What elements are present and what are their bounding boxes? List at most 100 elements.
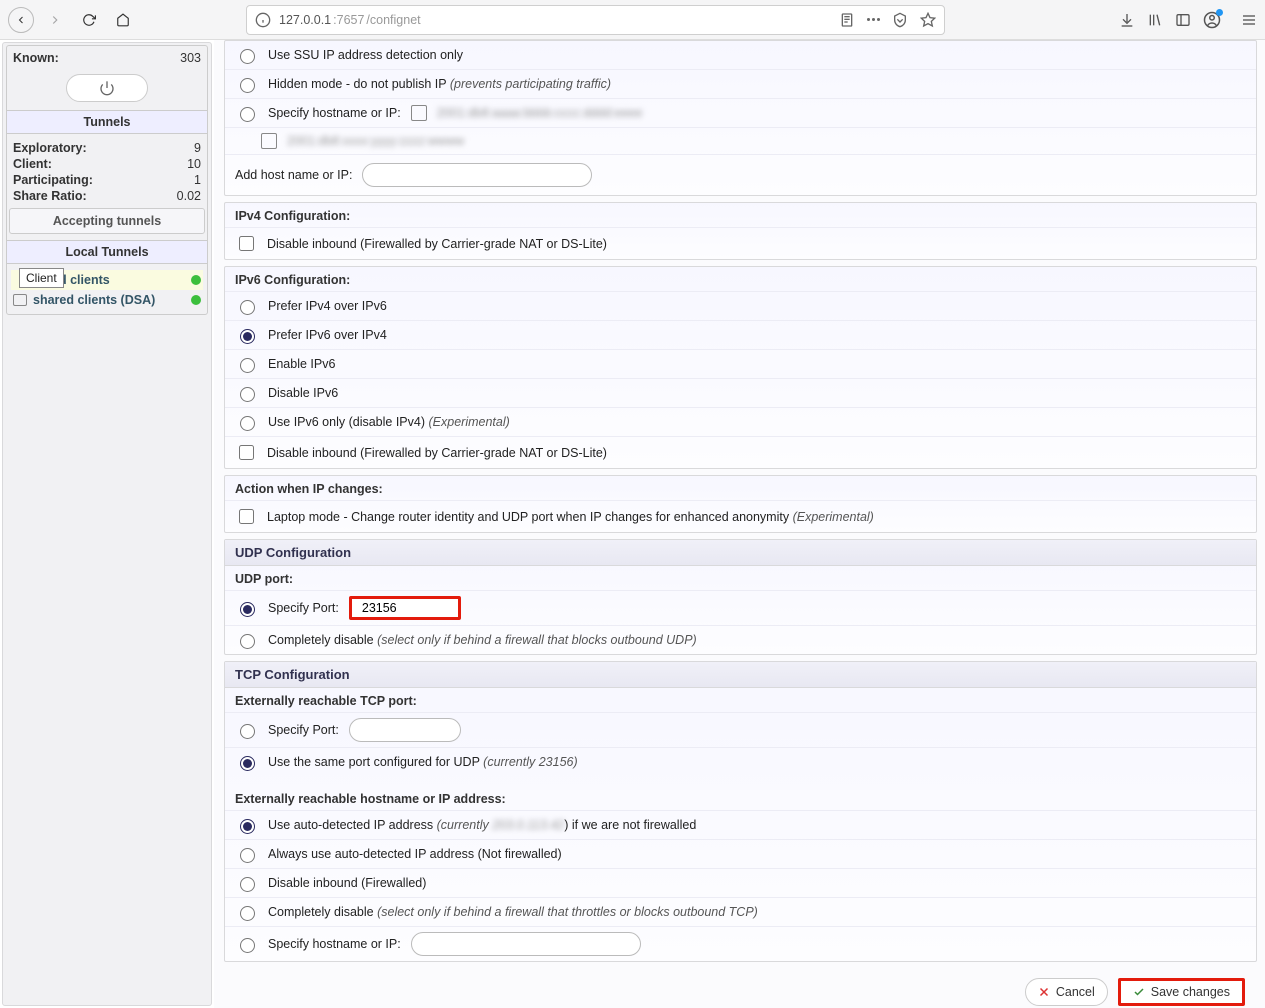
- opt-tcp-disable-inbound[interactable]: Disable inbound (Firewalled): [225, 868, 1256, 897]
- radio-tcp-completely-disable[interactable]: [240, 906, 255, 921]
- home-button[interactable]: [110, 7, 136, 33]
- opt-laptop-mode[interactable]: Laptop mode - Change router identity and…: [225, 500, 1256, 532]
- sidebar: Known: 303 Tunnels Exploratory: 9 Client…: [2, 42, 212, 1006]
- menu-icon[interactable]: [1241, 12, 1257, 28]
- client-tooltip: Client: [19, 268, 64, 288]
- label-pref6: Prefer IPv6 over IPv4: [268, 328, 387, 342]
- radio-tcp-same-udp[interactable]: [240, 756, 255, 771]
- opt-host2-row[interactable]: 2001:db8:xxxx:yyyy:zzzz:wwww: [225, 127, 1256, 154]
- pocket-icon[interactable]: [892, 12, 908, 28]
- url-text: 127.0.0.1:7657/confignet: [279, 13, 831, 27]
- radio-enable6[interactable]: [240, 358, 255, 373]
- opt-pref4[interactable]: Prefer IPv4 over IPv6: [225, 291, 1256, 320]
- radio-hidden-mode[interactable]: [240, 78, 255, 93]
- opt-enable6[interactable]: Enable IPv6: [225, 349, 1256, 378]
- tcp-host-input[interactable]: [411, 932, 641, 956]
- checkbox-host2[interactable]: [261, 133, 277, 149]
- radio-pref4[interactable]: [240, 300, 255, 315]
- udp-port-label: UDP port:: [225, 566, 1256, 590]
- save-button[interactable]: Save changes: [1118, 978, 1245, 1006]
- opt-specify-host[interactable]: Specify hostname or IP: 2001:db8:aaaa:bb…: [225, 98, 1256, 127]
- opt-ipv4-disable-inbound[interactable]: Disable inbound (Firewalled by Carrier-g…: [225, 227, 1256, 259]
- label-udp-disable: Completely disable: [268, 633, 377, 647]
- opt-ssu-only[interactable]: Use SSU IP address detection only: [225, 41, 1256, 69]
- radio-specify-host[interactable]: [240, 107, 255, 122]
- local-tunnel-1[interactable]: Client d clients: [11, 270, 203, 290]
- opt-udp-disable[interactable]: Completely disable (select only if behin…: [225, 625, 1256, 654]
- info-icon[interactable]: [255, 12, 271, 28]
- radio-tcp-disable-inbound[interactable]: [240, 877, 255, 892]
- radio-only6[interactable]: [240, 416, 255, 431]
- nav-buttons: [8, 7, 136, 33]
- opt-tcp-completely-disable[interactable]: Completely disable (select only if behin…: [225, 897, 1256, 926]
- tcp-heading: TCP Configuration: [225, 662, 1256, 688]
- back-button[interactable]: [8, 7, 34, 33]
- row-exploratory: Exploratory: 9: [11, 140, 203, 156]
- label-tcp-disable-inbound: Disable inbound (Firewalled): [268, 876, 426, 890]
- opt-tcp-specify-host[interactable]: Specify hostname or IP:: [225, 926, 1256, 961]
- action-ip-heading: Action when IP changes:: [225, 476, 1256, 500]
- label-tcp-specify-host: Specify hostname or IP:: [268, 937, 401, 951]
- checkbox-laptop-mode[interactable]: [239, 509, 254, 524]
- ipv6-heading: IPv6 Configuration:: [225, 267, 1256, 291]
- checkbox-ipv4-disable-inbound[interactable]: [239, 236, 254, 251]
- downloads-icon[interactable]: [1119, 12, 1135, 28]
- label-hidden-mode: Hidden mode - do not publish IP: [268, 77, 450, 91]
- opt-tcp-always-auto[interactable]: Always use auto-detected IP address (Not…: [225, 839, 1256, 868]
- page-actions-icon[interactable]: [867, 18, 880, 21]
- opt-disable6[interactable]: Disable IPv6: [225, 378, 1256, 407]
- udp-port-input[interactable]: [349, 596, 461, 620]
- ipv4-heading: IPv4 Configuration:: [225, 203, 1256, 227]
- opt-hidden-mode[interactable]: Hidden mode - do not publish IP (prevent…: [225, 69, 1256, 98]
- radio-tcp-specify-port[interactable]: [240, 724, 255, 739]
- radio-udp-disable[interactable]: [240, 634, 255, 649]
- tunnels-heading: Tunnels: [7, 110, 207, 134]
- opt-pref6[interactable]: Prefer IPv6 over IPv4: [225, 320, 1256, 349]
- label-disable6: Disable IPv6: [268, 386, 338, 400]
- add-host-label: Add host name or IP:: [235, 168, 352, 182]
- local-tunnel-2[interactable]: shared clients (DSA): [11, 290, 203, 310]
- opt-tcp-auto[interactable]: Use auto-detected IP address (currently …: [225, 810, 1256, 839]
- label-tcp-specify: Specify Port:: [268, 723, 339, 737]
- opt-only6[interactable]: Use IPv6 only (disable IPv4) (Experiment…: [225, 407, 1256, 436]
- opt-udp-specify[interactable]: Specify Port:: [225, 590, 1256, 625]
- radio-pref6[interactable]: [240, 329, 255, 344]
- local-tunnel-link-2[interactable]: shared clients (DSA): [33, 293, 155, 307]
- label-ipv6-disable-inbound: Disable inbound (Firewalled by Carrier-g…: [267, 446, 607, 460]
- library-icon[interactable]: [1147, 12, 1163, 28]
- blurred-host-2: 2001:db8:xxxx:yyyy:zzzz:wwww: [287, 134, 464, 148]
- radio-disable6[interactable]: [240, 387, 255, 402]
- section-ipv4: IPv4 Configuration: Disable inbound (Fir…: [224, 202, 1257, 260]
- radio-udp-specify[interactable]: [240, 602, 255, 617]
- opt-ipv6-disable-inbound[interactable]: Disable inbound (Firewalled by Carrier-g…: [225, 436, 1256, 468]
- toolbar-right-icons: [1119, 11, 1257, 29]
- radio-tcp-always-auto[interactable]: [240, 848, 255, 863]
- address-bar[interactable]: 127.0.0.1:7657/confignet: [246, 5, 945, 35]
- cancel-button[interactable]: Cancel: [1025, 978, 1108, 1006]
- forward-button[interactable]: [42, 7, 68, 33]
- add-host-input[interactable]: [362, 163, 592, 187]
- radio-ssu-only[interactable]: [240, 49, 255, 64]
- opt-tcp-same-udp[interactable]: Use the same port configured for UDP (cu…: [225, 747, 1256, 776]
- account-icon[interactable]: [1203, 11, 1221, 29]
- section-ipv6: IPv6 Configuration: Prefer IPv4 over IPv…: [224, 266, 1257, 469]
- bookmark-star-icon[interactable]: [920, 12, 936, 28]
- radio-tcp-specify-host[interactable]: [240, 938, 255, 953]
- reader-icon[interactable]: [839, 12, 855, 28]
- power-button[interactable]: [66, 74, 148, 102]
- checkbox-ipv6-disable-inbound[interactable]: [239, 445, 254, 460]
- opt-tcp-specify-port[interactable]: Specify Port:: [225, 712, 1256, 747]
- save-label: Save changes: [1151, 985, 1230, 999]
- status-dot-icon: [191, 275, 201, 285]
- sidebar-toggle-icon[interactable]: [1175, 12, 1191, 28]
- radio-tcp-auto[interactable]: [240, 819, 255, 834]
- known-value: 303: [180, 51, 201, 65]
- reload-button[interactable]: [76, 7, 102, 33]
- label-tcp-always-auto: Always use auto-detected IP address (Not…: [268, 847, 562, 861]
- checkbox-host1[interactable]: [411, 105, 427, 121]
- label-tcp-completely-disable: Completely disable: [268, 905, 377, 919]
- tcp-port-input[interactable]: [349, 718, 461, 742]
- blurred-ip: 203.0.113.42: [492, 818, 564, 832]
- row-participating: Participating: 1: [11, 172, 203, 188]
- local-tunnel-link-1[interactable]: d clients: [59, 273, 110, 287]
